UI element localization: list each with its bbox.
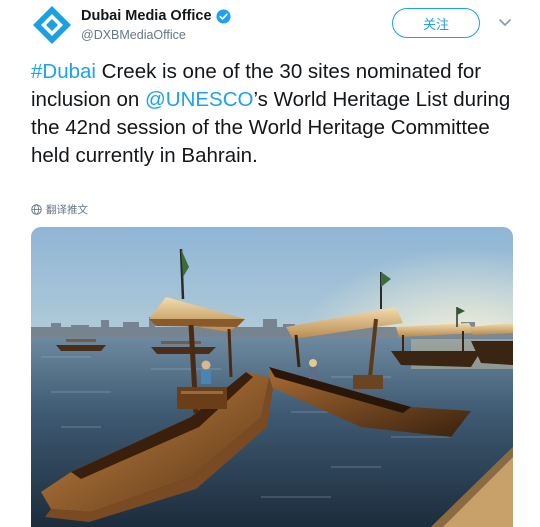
globe-icon	[31, 204, 42, 215]
translate-label[interactable]: 翻译推文	[46, 202, 88, 217]
dubai-media-office-logo-icon	[33, 6, 71, 44]
chevron-down-icon[interactable]	[497, 14, 513, 30]
account-name-row[interactable]: Dubai Media Office	[81, 8, 231, 24]
avatar[interactable]	[32, 5, 72, 45]
tweet-photo[interactable]	[31, 227, 513, 527]
tweet-text: #Dubai Creek is one of the 30 sites nomi…	[31, 58, 521, 170]
tweet-card: Dubai Media Office @DXBMediaOffice 关注 #D…	[0, 0, 540, 527]
abra-boats-photo	[31, 227, 513, 527]
display-name[interactable]: Dubai Media Office	[81, 8, 212, 24]
translate-tweet-link[interactable]: 翻译推文	[31, 202, 88, 217]
follow-button[interactable]: 关注	[392, 8, 480, 38]
hashtag-link[interactable]: #Dubai	[31, 60, 96, 83]
mention-link[interactable]: @UNESCO	[145, 88, 254, 111]
account-handle[interactable]: @DXBMediaOffice	[81, 28, 186, 42]
verified-badge-icon	[216, 8, 231, 24]
